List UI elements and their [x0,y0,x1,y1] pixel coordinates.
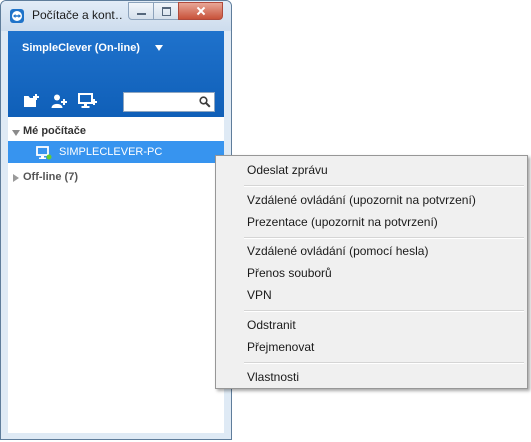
title-bar[interactable]: Počítače a kont… [1,1,231,31]
computer-name: SIMPLECLEVER-PC [59,146,163,158]
contacts-window: Počítače a kont… SimpleClever (On-line) [0,0,232,440]
folder-add-icon[interactable] [23,93,41,112]
computer-item-simpleclever-pc[interactable]: SIMPLECLEVER-PC [8,141,224,163]
menu-item-presentation-confirm[interactable]: Prezentace (upozornit na potvrzení) [247,215,438,229]
group-label: Off-line (7) [23,171,78,183]
window-title: Počítače a kont… [32,8,122,22]
group-my-computers[interactable]: Mé počítače [8,120,224,142]
menu-separator [244,362,524,364]
minimize-button[interactable] [128,2,154,20]
context-menu: Odeslat zprávu Vzdálené ovládání (upozor… [215,155,528,389]
maximize-button[interactable] [153,2,179,20]
menu-item-delete[interactable]: Odstranit [247,318,296,332]
collapsed-arrow-icon[interactable] [12,173,20,185]
menu-separator [244,310,524,312]
account-name[interactable]: SimpleClever (On-line) [22,42,140,54]
group-offline[interactable]: Off-line (7) [8,166,224,188]
group-label: Mé počítače [23,125,86,137]
menu-separator [244,237,524,239]
computer-online-icon [36,146,52,163]
account-header: SimpleClever (On-line) [8,31,224,117]
person-add-icon[interactable] [50,93,68,112]
teamviewer-app-icon [10,9,24,23]
menu-item-file-transfer[interactable]: Přenos souborů [247,266,332,280]
menu-item-remote-control-confirm[interactable]: Vzdálené ovládání (upozornit na potvrzen… [247,193,476,207]
chevron-down-icon[interactable] [155,45,163,51]
expanded-arrow-icon[interactable] [12,127,20,139]
contacts-list: Mé počítače SIMPLECLEVER-PC Off-line (7) [8,117,224,433]
menu-item-send-message[interactable]: Odeslat zprávu [247,163,328,177]
computer-add-icon[interactable] [78,93,98,112]
menu-item-remote-control-password[interactable]: Vzdálené ovládání (pomocí hesla) [247,244,428,258]
menu-item-properties[interactable]: Vlastnosti [247,370,299,384]
search-input[interactable] [126,95,192,109]
close-button[interactable] [178,2,223,20]
menu-separator [244,185,524,187]
search-icon[interactable] [199,96,211,111]
menu-item-rename[interactable]: Přejmenovat [247,340,314,354]
menu-item-vpn[interactable]: VPN [247,288,272,302]
search-box[interactable] [123,92,215,112]
